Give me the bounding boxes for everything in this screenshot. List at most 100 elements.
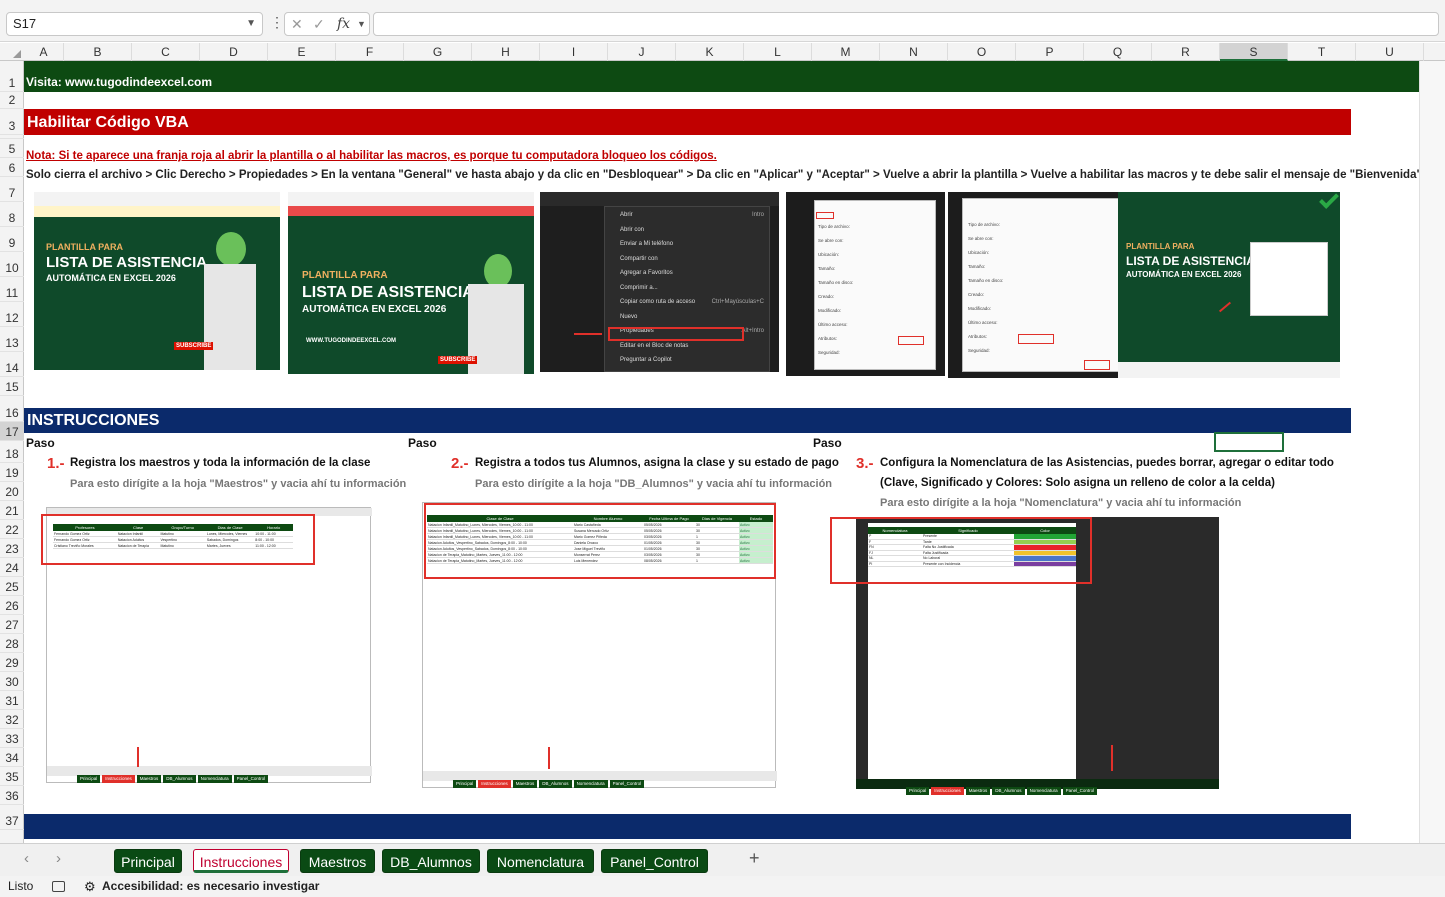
mini-sheet-tab: Principal — [77, 775, 101, 783]
more-options-icon[interactable]: ⋮ — [270, 14, 284, 31]
chevron-down-icon[interactable]: ▼ — [246, 13, 256, 35]
row-header-28[interactable]: 28 — [0, 634, 24, 653]
accessibility-icon[interactable]: ⚙ — [84, 876, 96, 897]
column-header-r[interactable]: R — [1152, 43, 1220, 61]
scroll-right-icon[interactable]: › — [56, 850, 61, 867]
row-header-32[interactable]: 32 — [0, 710, 24, 729]
column-header-m[interactable]: M — [812, 43, 880, 61]
column-header-n[interactable]: N — [880, 43, 948, 61]
column-header-g[interactable]: G — [404, 43, 472, 61]
cancel-icon[interactable]: ✕ — [291, 13, 303, 35]
row-header-14[interactable]: 14 — [0, 352, 24, 377]
row-header-11[interactable]: 11 — [0, 277, 24, 302]
row-header-27[interactable]: 27 — [0, 615, 24, 634]
context-menu-item: Agregar a Favoritos — [620, 270, 673, 276]
chevron-down-icon[interactable]: ▼ — [357, 13, 366, 35]
scroll-left-icon[interactable]: ‹ — [24, 850, 29, 867]
row-header-33[interactable]: 33 — [0, 729, 24, 748]
instructions-header: INSTRUCCIONES — [27, 412, 160, 429]
row-header-3[interactable]: 3 — [0, 109, 24, 135]
selected-cell[interactable] — [1214, 432, 1284, 452]
tab-db-alumnos[interactable]: DB_Alumnos — [382, 849, 480, 873]
column-header-h[interactable]: H — [472, 43, 540, 61]
visit-link[interactable]: Visita: www.tugodindeexcel.com — [26, 75, 212, 89]
row-header-36[interactable]: 36 — [0, 786, 24, 805]
macro-record-icon[interactable] — [52, 881, 65, 892]
step-3-sub: Para esto dirígite a la hoja "Nomenclatu… — [880, 497, 1242, 509]
row-header-34[interactable]: 34 — [0, 748, 24, 767]
row-header-7[interactable]: 7 — [0, 177, 24, 202]
context-menu-item: Copiar como ruta de acceso Ctrl+Mayúscula… — [620, 299, 764, 305]
row-header-6[interactable]: 6 — [0, 158, 24, 177]
row-header-18[interactable]: 18 — [0, 441, 24, 463]
column-header-e[interactable]: E — [268, 43, 336, 61]
row-header-10[interactable]: 10 — [0, 252, 24, 277]
name-box[interactable]: S17 ▼ — [6, 12, 263, 36]
column-header-p[interactable]: P — [1016, 43, 1084, 61]
row-header-15[interactable]: 15 — [0, 377, 24, 396]
note-text: Nota: Si te aparece una franja roja al a… — [26, 150, 717, 162]
sheet-grid[interactable]: Visita: www.tugodindeexcel.com Habilitar… — [24, 61, 1419, 843]
row-header-29[interactable]: 29 — [0, 653, 24, 672]
row-header-16[interactable]: 16 — [0, 396, 24, 422]
highlight-box-2 — [424, 503, 776, 579]
tab-maestros[interactable]: Maestros — [300, 849, 375, 873]
row-header-25[interactable]: 25 — [0, 577, 24, 596]
row-header-19[interactable]: 19 — [0, 463, 24, 482]
row-header-26[interactable]: 26 — [0, 596, 24, 615]
formula-buttons: ✕ ✓ fx ▼ — [284, 12, 370, 36]
row-header-9[interactable]: 9 — [0, 227, 24, 252]
context-menu-item: Abrir Intro — [620, 212, 764, 218]
column-header-s[interactable]: S — [1220, 43, 1288, 61]
column-header-l[interactable]: L — [744, 43, 812, 61]
mini-sheet-tab: Nomenclatura — [573, 780, 608, 788]
accessibility-status[interactable]: Accesibilidad: es necesario investigar — [102, 876, 319, 897]
column-header-u[interactable]: U — [1356, 43, 1424, 61]
row-header-23[interactable]: 23 — [0, 539, 24, 558]
step-3-number: 3.- — [856, 455, 874, 472]
row-header-17[interactable]: 17 — [0, 422, 24, 441]
footer-banner — [24, 814, 1351, 839]
column-header-q[interactable]: Q — [1084, 43, 1152, 61]
tab-instrucciones[interactable]: Instrucciones — [193, 849, 289, 873]
tab-principal[interactable]: Principal — [114, 849, 182, 873]
row-header-12[interactable]: 12 — [0, 302, 24, 327]
row-header-20[interactable]: 20 — [0, 482, 24, 501]
row-header-2[interactable]: 2 — [0, 92, 24, 109]
column-header-f[interactable]: F — [336, 43, 404, 61]
steps-line: Solo cierra el archivo > Clic Derecho > … — [26, 169, 1419, 181]
column-header-j[interactable]: J — [608, 43, 676, 61]
row-header-24[interactable]: 24 — [0, 558, 24, 577]
insert-function-button[interactable]: fx — [337, 13, 350, 35]
column-header-b[interactable]: B — [64, 43, 132, 61]
context-menu-item: Enviar a Mi teléfono — [620, 241, 674, 247]
column-header-c[interactable]: C — [132, 43, 200, 61]
row-header-22[interactable]: 22 — [0, 520, 24, 539]
select-all-corner[interactable] — [0, 43, 24, 61]
vertical-scrollbar[interactable] — [1419, 61, 1445, 843]
column-header-i[interactable]: I — [540, 43, 608, 61]
row-header-1[interactable]: 1 — [0, 61, 24, 92]
column-header-t[interactable]: T — [1288, 43, 1356, 61]
row-header-31[interactable]: 31 — [0, 691, 24, 710]
add-sheet-icon[interactable]: + — [749, 848, 760, 869]
column-header-o[interactable]: O — [948, 43, 1016, 61]
row-header-37[interactable]: 37 — [0, 805, 24, 830]
column-header-d[interactable]: D — [200, 43, 268, 61]
tab-nomenclatura[interactable]: Nomenclatura — [487, 849, 594, 873]
mini-sheet-tab: DB_Alumnos — [163, 775, 196, 783]
column-header-k[interactable]: K — [676, 43, 744, 61]
row-header-21[interactable]: 21 — [0, 501, 24, 520]
row-header-30[interactable]: 30 — [0, 672, 24, 691]
visit-banner — [24, 61, 1419, 92]
tab-panel-control[interactable]: Panel_Control — [601, 849, 708, 873]
row-header-8[interactable]: 8 — [0, 202, 24, 227]
mini-sheet-tab: Panel_Control — [1062, 787, 1098, 795]
formula-input[interactable] — [373, 12, 1439, 36]
column-header-a[interactable]: A — [24, 43, 64, 61]
enter-icon[interactable]: ✓ — [313, 13, 325, 35]
row-header-35[interactable]: 35 — [0, 767, 24, 786]
row-header-5[interactable]: 5 — [0, 139, 24, 158]
row-header-13[interactable]: 13 — [0, 327, 24, 352]
dialog-field-label: Último acceso: — [968, 320, 998, 325]
